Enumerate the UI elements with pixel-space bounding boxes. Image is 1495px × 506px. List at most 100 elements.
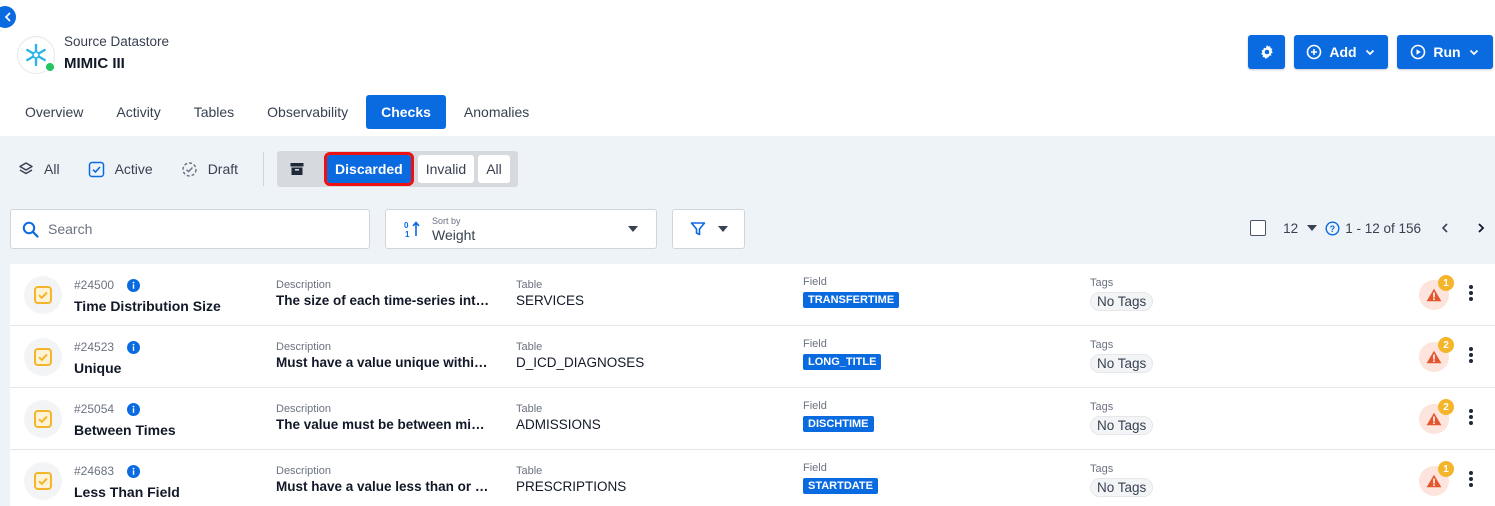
add-button[interactable]: Add	[1294, 35, 1388, 69]
run-button[interactable]: Run	[1397, 35, 1493, 69]
datastore-logo	[17, 35, 56, 74]
anomaly-indicator[interactable]: 1	[1419, 461, 1454, 496]
anomaly-count-badge: 2	[1438, 399, 1454, 415]
datastore-tabs: Overview Activity Tables Observability C…	[10, 95, 547, 129]
play-circle-icon	[1411, 44, 1426, 60]
tags-label: Tags	[1090, 277, 1114, 289]
filter-draft[interactable]: Draft	[181, 161, 238, 178]
anomaly-indicator[interactable]: 2	[1419, 399, 1454, 434]
more-vertical-icon	[1469, 285, 1473, 301]
caret-down-icon	[717, 226, 728, 232]
filter-all[interactable]: All	[18, 161, 60, 177]
check-type-icon-wrapper	[24, 462, 62, 500]
tab-anomalies[interactable]: Anomalies	[449, 95, 544, 129]
chevron-left-icon[interactable]	[1439, 222, 1451, 234]
info-icon[interactable]	[127, 278, 141, 292]
filter-discarded[interactable]: Discarded	[324, 152, 414, 186]
check-row[interactable]: #25054 Between Times Description The val…	[10, 388, 1495, 450]
field-label: Field	[803, 276, 827, 288]
description-label: Description	[276, 465, 332, 477]
check-tags-badge: No Tags	[1090, 478, 1154, 497]
check-field-badge: LONG_TITLE	[803, 354, 882, 370]
pagination: 12 ? 1 - 12 of 156	[1250, 220, 1487, 236]
info-icon[interactable]	[127, 402, 141, 416]
filter-archived[interactable]	[289, 161, 318, 177]
collapse-sidebar-button[interactable]	[0, 6, 16, 28]
anomaly-indicator[interactable]: 2	[1419, 337, 1454, 372]
chevron-right-icon[interactable]	[1475, 222, 1487, 234]
anomaly-indicator[interactable]: 1	[1419, 275, 1454, 310]
more-vertical-icon	[1469, 347, 1473, 363]
check-tags-badge: No Tags	[1090, 354, 1154, 373]
check-row[interactable]: #24683 Less Than Field Description Must …	[10, 450, 1495, 506]
tab-overview[interactable]: Overview	[10, 95, 98, 129]
run-button-label: Run	[1433, 44, 1461, 60]
description-label: Description	[276, 403, 332, 415]
checks-panel: All Active Draft Discarded Invalid All S…	[0, 136, 1495, 506]
settings-button[interactable]	[1248, 35, 1285, 69]
more-vertical-icon	[1469, 409, 1473, 425]
gear-icon	[1260, 45, 1273, 60]
filter-active-label: Active	[114, 161, 153, 177]
search-placeholder: Search	[48, 221, 93, 237]
select-all-checkbox[interactable]	[1250, 220, 1267, 236]
sort-value: Weight	[432, 226, 476, 243]
tab-tables[interactable]: Tables	[179, 95, 249, 129]
sort-label: Sort by	[432, 215, 461, 226]
check-square-icon	[34, 348, 52, 366]
check-row[interactable]: #24523 Unique Description Must have a va…	[10, 326, 1495, 388]
caret-down-icon[interactable]	[1307, 225, 1318, 231]
check-description: Must have a value less than or equal to	[276, 479, 491, 494]
tab-activity[interactable]: Activity	[101, 95, 175, 129]
datastore-header: Source Datastore MIMIC III	[17, 34, 169, 75]
tab-checks[interactable]: Checks	[366, 95, 446, 129]
add-button-label: Add	[1329, 44, 1357, 60]
filter-button[interactable]	[672, 209, 745, 249]
warning-triangle-icon	[1426, 350, 1442, 364]
field-label: Field	[803, 338, 827, 350]
datastore-type: Source Datastore	[64, 34, 170, 49]
svg-text:0: 0	[404, 221, 409, 230]
more-options-button[interactable]	[1468, 470, 1474, 493]
description-label: Description	[276, 279, 332, 291]
description-label: Description	[276, 341, 332, 353]
info-icon[interactable]	[127, 464, 141, 478]
more-options-button[interactable]	[1468, 346, 1474, 369]
check-name: Less Than Field	[74, 484, 180, 500]
check-row[interactable]: #24500 Time Distribution Size Descriptio…	[10, 264, 1495, 326]
sort-select[interactable]: 0 1 Sort by Weight	[385, 209, 657, 249]
tab-observability[interactable]: Observability	[252, 95, 363, 129]
checks-list: #24500 Time Distribution Size Descriptio…	[10, 264, 1495, 506]
table-label: Table	[516, 403, 543, 415]
anomaly-count-badge: 1	[1438, 275, 1454, 291]
filter-archived-all[interactable]: All	[478, 155, 510, 183]
page-size-value[interactable]: 12	[1283, 221, 1298, 236]
check-name: Unique	[74, 360, 122, 376]
check-description: Must have a value unique within the tabl…	[276, 355, 491, 370]
layers-icon	[19, 162, 33, 175]
info-icon[interactable]	[127, 340, 141, 354]
svg-text:1: 1	[405, 230, 410, 238]
check-type-icon-wrapper	[24, 276, 62, 314]
filter-invalid[interactable]: Invalid	[417, 155, 475, 183]
more-options-button[interactable]	[1468, 284, 1474, 307]
check-table: ADMISSIONS	[516, 417, 601, 432]
table-label: Table	[516, 279, 543, 291]
anomaly-count-badge: 2	[1438, 337, 1454, 353]
check-field-badge: DISCHTIME	[803, 416, 874, 432]
filter-draft-label: Draft	[207, 161, 239, 177]
status-filter-bar: All Active Draft Discarded Invalid All	[18, 151, 518, 187]
check-square-icon	[88, 161, 104, 177]
filter-active[interactable]: Active	[88, 161, 153, 178]
check-type-icon-wrapper	[24, 400, 62, 438]
more-vertical-icon	[1469, 471, 1473, 487]
search-input[interactable]: Search	[10, 209, 370, 249]
sort-icon: 0 1	[404, 221, 420, 238]
help-circle-icon[interactable]: ?	[1325, 220, 1340, 236]
page-range: 1 - 12 of 156	[1345, 220, 1421, 236]
check-table: D_ICD_DIAGNOSES	[516, 355, 645, 370]
more-options-button[interactable]	[1468, 408, 1474, 431]
check-description: The value must be between minTime and ma…	[276, 417, 491, 432]
warning-triangle-icon	[1426, 474, 1442, 488]
check-type-icon-wrapper	[24, 338, 62, 376]
